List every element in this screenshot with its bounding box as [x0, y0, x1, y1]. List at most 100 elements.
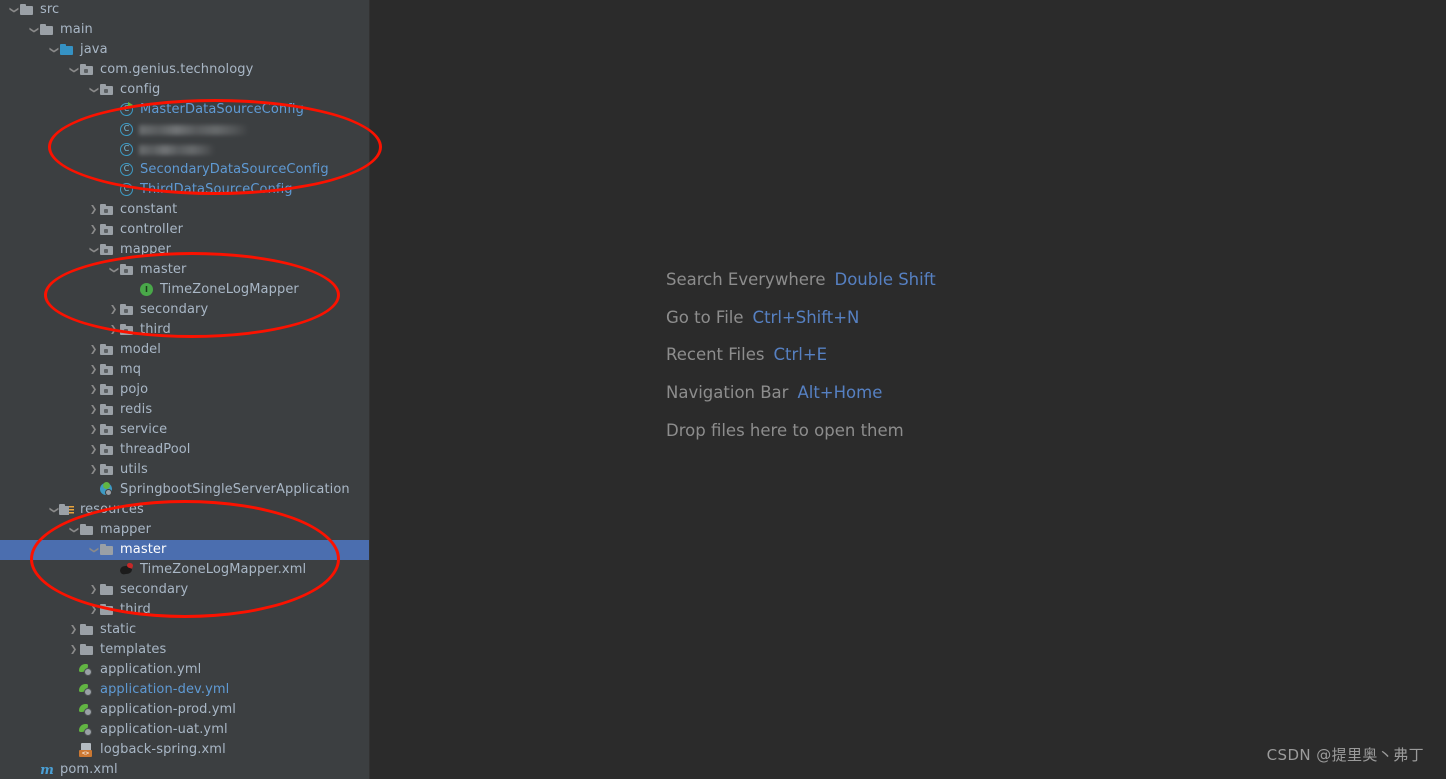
- tree-row[interactable]: application-dev.yml: [0, 680, 370, 700]
- tree-row[interactable]: ❯ resources: [0, 500, 370, 520]
- tree-row[interactable]: ThirdDataSourceConfig: [0, 180, 370, 200]
- tree-row-label: master: [140, 262, 187, 277]
- tree-row-label: constant: [120, 202, 178, 217]
- chevron-right-icon[interactable]: ❯: [108, 320, 119, 340]
- package-icon: [99, 202, 115, 218]
- tree-row-label: logback-spring.xml: [100, 742, 226, 757]
- tree-row[interactable]: application-prod.yml: [0, 700, 370, 720]
- package-icon: [99, 442, 115, 458]
- tree-row[interactable]: MasterDataSourceConfig: [0, 100, 370, 120]
- scrollbar-track[interactable]: [357, 0, 369, 779]
- folder-icon: [79, 642, 95, 658]
- shortcut-hint: Go to File Ctrl+Shift+N: [666, 308, 936, 327]
- tree-row[interactable]: ❯ src: [0, 0, 370, 20]
- tree-row[interactable]: TimeZoneLogMapper.xml: [0, 560, 370, 580]
- class-icon: [119, 142, 135, 158]
- tree-row-label: application-prod.yml: [100, 702, 237, 717]
- tree-row[interactable]: ❯ service: [0, 420, 370, 440]
- package-icon: [119, 262, 135, 278]
- tree-row[interactable]: [0, 140, 370, 160]
- xml-icon: [79, 742, 95, 758]
- tree-row[interactable]: ❯ secondary: [0, 300, 370, 320]
- tree-row[interactable]: ❯ threadPool: [0, 440, 370, 460]
- chevron-right-icon[interactable]: ❯: [88, 340, 99, 360]
- shortcut-hint: Search Everywhere Double Shift: [666, 270, 936, 289]
- tree-row[interactable]: SecondaryDataSourceConfig: [0, 160, 370, 180]
- tree-row[interactable]: application-uat.yml: [0, 720, 370, 740]
- chevron-right-icon[interactable]: ❯: [88, 200, 99, 220]
- tree-row[interactable]: ❯ master: [0, 540, 370, 560]
- tree-row[interactable]: ❯ pojo: [0, 380, 370, 400]
- tree-row[interactable]: ❯ utils: [0, 460, 370, 480]
- tree-row-label: controller: [120, 222, 184, 237]
- tree-row[interactable]: ❯ templates: [0, 640, 370, 660]
- tree-row[interactable]: ❯ model: [0, 340, 370, 360]
- tree-row[interactable]: ❯ third: [0, 320, 370, 340]
- folder-icon: [99, 542, 115, 558]
- tree-row[interactable]: ❯ controller: [0, 220, 370, 240]
- chevron-right-icon[interactable]: ❯: [68, 640, 79, 660]
- tree-row[interactable]: ❯ static: [0, 620, 370, 640]
- chevron-right-icon[interactable]: ❯: [88, 380, 99, 400]
- project-tree[interactable]: ❯ src ❯ main ❯ java ❯ com.genius.technology ❯ con…: [0, 0, 370, 779]
- tree-row[interactable]: ❯ com.genius.technology: [0, 60, 370, 80]
- chevron-right-icon[interactable]: ❯: [88, 220, 99, 240]
- tree-row-label: SecondaryDataSourceConfig: [140, 162, 329, 177]
- folder-icon: [19, 2, 35, 18]
- tree-row[interactable]: application.yml: [0, 660, 370, 680]
- tree-row-label: utils: [120, 462, 148, 477]
- tree-row[interactable]: logback-spring.xml: [0, 740, 370, 760]
- tree-row[interactable]: ❯ redis: [0, 400, 370, 420]
- yaml-icon: [79, 722, 95, 738]
- chevron-right-icon[interactable]: ❯: [88, 420, 99, 440]
- tree-row[interactable]: ❯ main: [0, 20, 370, 40]
- shortcut-hint: Navigation Bar Alt+Home: [666, 383, 936, 402]
- chevron-right-icon[interactable]: ❯: [88, 460, 99, 480]
- chevron-right-icon[interactable]: ❯: [68, 620, 79, 640]
- tree-row-label: MasterDataSourceConfig: [140, 102, 304, 117]
- hint-action-label: Recent Files: [666, 345, 765, 364]
- chevron-right-icon[interactable]: ❯: [88, 360, 99, 380]
- folder-icon: [39, 22, 55, 38]
- package-icon: [119, 302, 135, 318]
- tree-row-label: TimeZoneLogMapper.xml: [140, 562, 307, 577]
- ide-window: Search Everywhere Double Shift Go to File C…: [0, 0, 1446, 779]
- tree-row-label: templates: [100, 642, 167, 657]
- folder-icon: [79, 622, 95, 638]
- tree-row[interactable]: ❯ constant: [0, 200, 370, 220]
- tree-row[interactable]: ❯ mapper: [0, 520, 370, 540]
- tree-row[interactable]: ❯ mapper: [0, 240, 370, 260]
- chevron-right-icon[interactable]: ❯: [88, 440, 99, 460]
- tree-row[interactable]: SpringbootSingleServerApplication: [0, 480, 370, 500]
- tree-row-label: SpringbootSingleServerApplication: [120, 482, 350, 497]
- tree-row-label: main: [60, 22, 93, 37]
- tree-row[interactable]: pom.xml: [0, 760, 370, 779]
- interface-icon: [139, 282, 155, 298]
- tree-row[interactable]: ❯ secondary: [0, 580, 370, 600]
- tree-row[interactable]: ❯ third: [0, 600, 370, 620]
- tree-row-label: application-uat.yml: [100, 722, 228, 737]
- tree-row-label: com.genius.technology: [100, 62, 254, 77]
- chevron-right-icon[interactable]: ❯: [88, 580, 99, 600]
- tree-row[interactable]: ❯ config: [0, 80, 370, 100]
- hint-action-label: Search Everywhere: [666, 270, 826, 289]
- tree-row[interactable]: [0, 120, 370, 140]
- tree-row[interactable]: ❯ master: [0, 260, 370, 280]
- spring-icon: [99, 482, 115, 498]
- chevron-right-icon[interactable]: ❯: [88, 600, 99, 620]
- hint-shortcut-key: Ctrl+E: [773, 345, 828, 364]
- chevron-right-icon[interactable]: ❯: [108, 300, 119, 320]
- chevron-right-icon[interactable]: ❯: [88, 400, 99, 420]
- hint-action-label: Navigation Bar: [666, 382, 789, 402]
- class-run-icon: [119, 102, 135, 118]
- tree-row-label: resources: [80, 502, 144, 517]
- project-tool-window[interactable]: ❯ src ❯ main ❯ java ❯ com.genius.technology ❯ con…: [0, 0, 370, 779]
- tree-row[interactable]: TimeZoneLogMapper: [0, 280, 370, 300]
- tree-row[interactable]: ❯ mq: [0, 360, 370, 380]
- tree-row[interactable]: ❯ java: [0, 40, 370, 60]
